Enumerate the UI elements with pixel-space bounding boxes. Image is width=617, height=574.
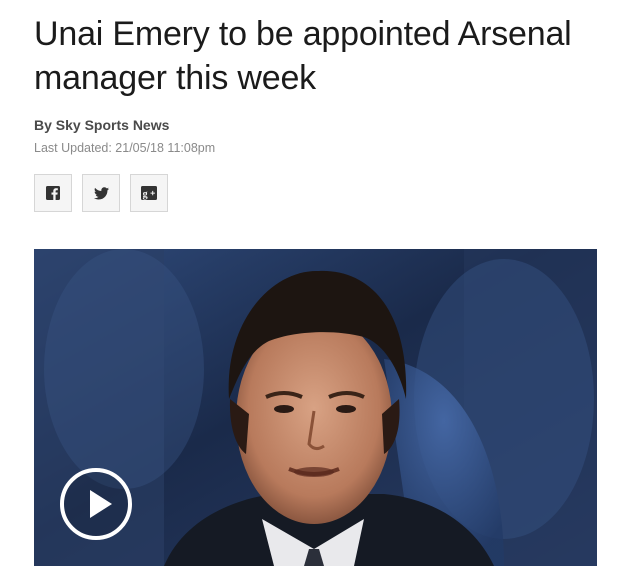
article-headline: Unai Emery to be appointed Arsenal manag… — [34, 15, 572, 97]
article-byline: By Sky Sports News — [34, 117, 170, 133]
last-updated-timestamp: Last Updated: 21/05/18 11:08pm — [34, 141, 216, 155]
play-icon — [90, 490, 112, 518]
share-twitter-button[interactable] — [82, 174, 120, 212]
share-facebook-button[interactable] — [34, 174, 72, 212]
svg-text:g: g — [143, 189, 148, 200]
google-plus-icon: g — [141, 186, 157, 200]
share-google-plus-button[interactable]: g — [130, 174, 168, 212]
facebook-icon — [46, 186, 60, 200]
article: Unai Emery to be appointed Arsenal manag… — [0, 0, 617, 574]
play-button[interactable] — [60, 468, 132, 540]
share-buttons: g — [34, 174, 168, 212]
article-video[interactable] — [34, 249, 597, 566]
twitter-icon — [93, 186, 109, 199]
